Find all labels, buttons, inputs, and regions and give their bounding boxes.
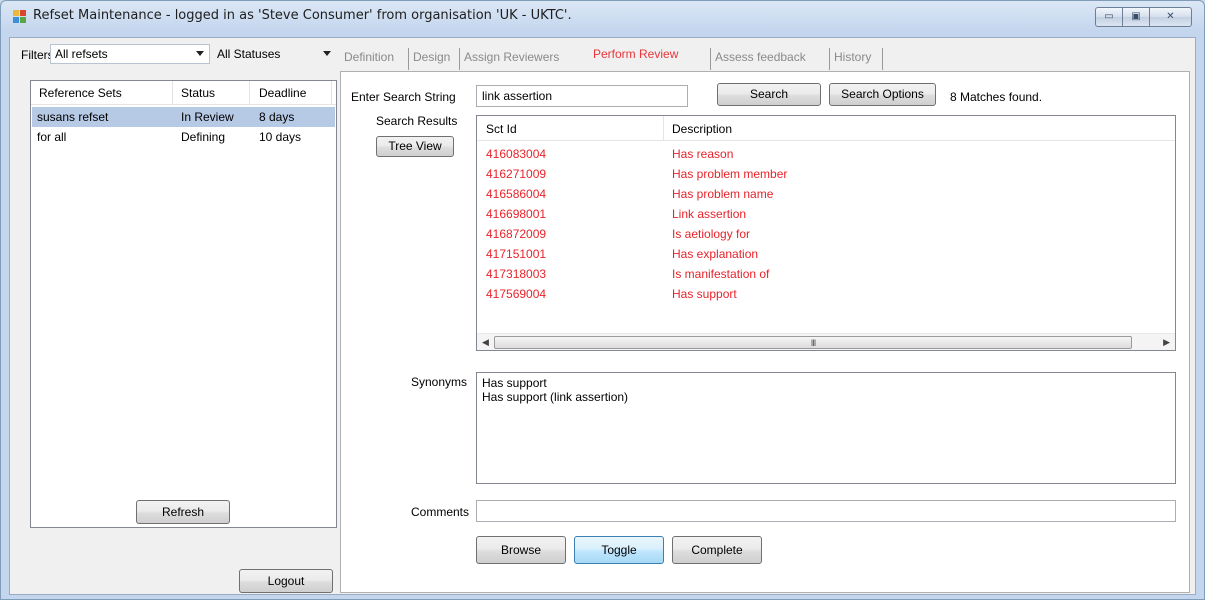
- table-row[interactable]: 416698001 Link assertion: [477, 204, 1167, 224]
- tab-history[interactable]: History: [834, 50, 871, 64]
- grip-icon: III: [810, 338, 816, 348]
- chevron-down-icon: [196, 51, 204, 56]
- window-controls: ▭ ▣ ✕: [1095, 7, 1192, 27]
- browse-button[interactable]: Browse: [476, 536, 566, 564]
- sct-id-cell: 416083004: [486, 147, 547, 161]
- comments-input[interactable]: [476, 500, 1176, 522]
- close-icon: ✕: [1166, 11, 1175, 22]
- sct-id-cell: 416698001: [486, 207, 547, 221]
- sct-id-cell: 417569004: [486, 287, 547, 301]
- search-button[interactable]: Search: [717, 83, 821, 106]
- column-header-status[interactable]: Status: [181, 86, 215, 100]
- app-window: Refset Maintenance - logged in as 'Steve…: [0, 0, 1205, 600]
- sct-id-cell: 416586004: [486, 187, 547, 201]
- refset-deadline: 10 days: [259, 130, 302, 144]
- sct-id-cell: 416271009: [486, 167, 547, 181]
- table-row[interactable]: 416271009 Has problem member: [477, 164, 1167, 184]
- window-title: Refset Maintenance - logged in as 'Steve…: [33, 8, 572, 23]
- toggle-button[interactable]: Toggle: [574, 536, 664, 564]
- description-cell: Has explanation: [672, 247, 759, 261]
- search-results-list[interactable]: Sct Id Description 416083004 Has reason 41…: [476, 115, 1176, 351]
- title-bar[interactable]: Refset Maintenance - logged in as 'Steve…: [1, 1, 1204, 37]
- refset-status: In Review: [181, 110, 234, 124]
- scroll-right-icon[interactable]: ▶: [1163, 337, 1170, 348]
- app-icon: [13, 10, 27, 24]
- table-row[interactable]: 416586004 Has problem name: [477, 184, 1167, 204]
- horizontal-scrollbar[interactable]: ◀ III ▶: [477, 333, 1175, 350]
- refset-status: Defining: [181, 130, 226, 144]
- scrollbar-thumb[interactable]: III: [494, 336, 1132, 349]
- tree-view-button[interactable]: Tree View: [376, 136, 454, 157]
- description-cell: Has problem name: [672, 187, 774, 201]
- tab-strip: Definition Design Assign Reviewers Perfo…: [342, 46, 1192, 72]
- column-header-description[interactable]: Description: [672, 122, 732, 136]
- column-header-reference-sets[interactable]: Reference Sets: [39, 86, 122, 100]
- chevron-down-icon: [323, 51, 331, 56]
- description-cell: Is manifestation of: [672, 267, 770, 281]
- sct-id-cell: 416872009: [486, 227, 547, 241]
- status-filter-select[interactable]: All Statuses: [212, 44, 337, 64]
- complete-button[interactable]: Complete: [672, 536, 762, 564]
- description-cell: Link assertion: [672, 207, 747, 221]
- tab-design[interactable]: Design: [413, 50, 450, 64]
- search-string-label: Enter Search String: [351, 90, 456, 104]
- table-row[interactable]: 417151001 Has explanation: [477, 244, 1167, 264]
- tab-definition[interactable]: Definition: [344, 50, 394, 64]
- table-row[interactable]: 416872009 Is aetiology for: [477, 224, 1167, 244]
- description-cell: Is aetiology for: [672, 227, 751, 241]
- status-filter-value: All Statuses: [217, 47, 281, 61]
- refresh-button[interactable]: Refresh: [136, 500, 230, 524]
- reference-sets-list[interactable]: Reference Sets Status Deadline susans re…: [30, 80, 337, 528]
- list-header: Reference Sets Status Deadline: [31, 81, 336, 105]
- refset-filter-value: All refsets: [55, 47, 108, 61]
- refset-name: for all: [37, 130, 67, 144]
- tab-assign-reviewers[interactable]: Assign Reviewers: [464, 50, 559, 64]
- results-header: Sct Id Description: [477, 116, 1175, 141]
- filters-label: Filters: [21, 48, 54, 62]
- comments-label: Comments: [411, 505, 470, 519]
- refset-name: susans refset: [37, 110, 109, 124]
- client-area: Filters All refsets All Statuses Referen…: [9, 37, 1196, 595]
- list-item[interactable]: susans refset In Review 8 days: [32, 107, 335, 127]
- tab-assess-feedback[interactable]: Assess feedback: [715, 50, 806, 64]
- refset-filter-select[interactable]: All refsets: [50, 44, 210, 64]
- table-row[interactable]: 417569004 Has support: [477, 284, 1167, 304]
- scroll-left-icon[interactable]: ◀: [482, 337, 489, 348]
- description-cell: Has support: [672, 287, 737, 301]
- search-options-button[interactable]: Search Options: [829, 83, 936, 106]
- list-item[interactable]: for all Defining 10 days: [32, 127, 335, 147]
- match-count: 8 Matches found.: [950, 90, 1043, 104]
- column-header-deadline[interactable]: Deadline: [259, 86, 306, 100]
- search-results-label: Search Results: [376, 114, 458, 128]
- list-item: Has support: [482, 376, 547, 390]
- minimize-button[interactable]: ▭: [1095, 7, 1122, 27]
- list-item: Has support (link assertion): [482, 390, 629, 404]
- sct-id-cell: 417318003: [486, 267, 547, 281]
- synonyms-label: Synonyms: [411, 375, 468, 389]
- table-row[interactable]: 417318003 Is manifestation of: [477, 264, 1167, 284]
- tab-perform-review[interactable]: Perform Review: [593, 47, 678, 61]
- minimize-icon: ▭: [1104, 11, 1114, 22]
- logout-button[interactable]: Logout: [239, 569, 333, 593]
- search-input[interactable]: link assertion: [476, 85, 688, 107]
- close-button[interactable]: ✕: [1149, 7, 1192, 27]
- description-cell: Has reason: [672, 147, 734, 161]
- column-header-sct-id[interactable]: Sct Id: [486, 122, 517, 136]
- refset-deadline: 8 days: [259, 110, 295, 124]
- table-row[interactable]: 416083004 Has reason: [477, 144, 1167, 164]
- sct-id-cell: 417151001: [486, 247, 547, 261]
- maximize-icon: ▣: [1131, 11, 1141, 22]
- perform-review-panel: Enter Search String link assertion Searc…: [340, 71, 1190, 593]
- maximize-button[interactable]: ▣: [1122, 7, 1149, 27]
- synonyms-list[interactable]: Has support Has support (link assertion): [476, 372, 1176, 484]
- description-cell: Has problem member: [672, 167, 788, 181]
